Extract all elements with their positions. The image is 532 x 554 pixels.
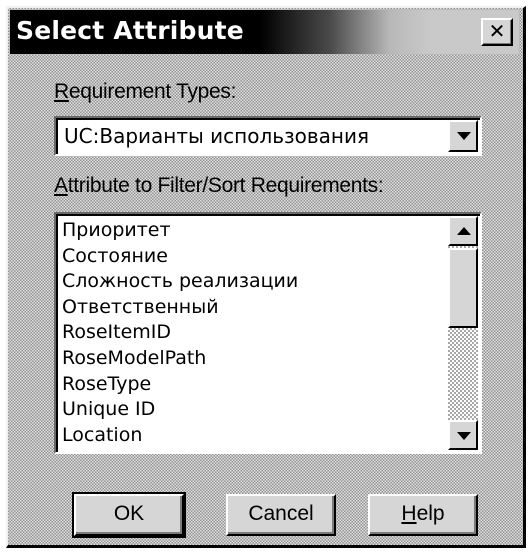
close-button[interactable]: ✕ <box>481 18 513 46</box>
help-button[interactable]: Help <box>368 494 478 536</box>
list-item[interactable]: RoseType <box>62 372 446 398</box>
requirement-types-selected-value: UC:Варианты использования <box>64 124 370 148</box>
requirement-types-mnemonic: R <box>54 80 69 103</box>
list-item[interactable]: Состояние <box>62 244 446 270</box>
dropdown-button[interactable] <box>448 120 478 152</box>
help-button-label: elp <box>416 502 445 525</box>
arrow-down-icon <box>457 432 471 440</box>
vertical-scrollbar[interactable] <box>448 216 478 450</box>
list-item[interactable]: Unique ID <box>62 397 446 423</box>
window-title: Select Attribute <box>16 16 244 45</box>
list-item[interactable]: RoseModelPath <box>62 346 446 372</box>
requirement-types-dropdown[interactable]: UC:Варианты использования <box>54 116 482 156</box>
cancel-button[interactable]: Cancel <box>226 494 336 536</box>
requirement-types-label-text: equirement Types: <box>68 80 237 103</box>
ok-button[interactable]: OK <box>72 492 186 538</box>
scrollbar-thumb[interactable] <box>448 248 478 328</box>
list-item[interactable]: RoseItemID <box>62 320 446 346</box>
close-icon: ✕ <box>488 19 506 43</box>
attribute-list-items: Приоритет Состояние Сложность реализации… <box>62 218 446 448</box>
list-item[interactable]: Сложность реализации <box>62 269 446 295</box>
list-item[interactable]: Location <box>62 423 446 449</box>
select-attribute-dialog: Select Attribute ✕ Requirement Types: UC… <box>6 6 526 548</box>
attribute-listbox[interactable]: Приоритет Состояние Сложность реализации… <box>54 212 482 454</box>
chevron-down-icon <box>457 132 471 140</box>
scroll-up-button[interactable] <box>448 216 478 246</box>
arrow-up-icon <box>457 227 471 235</box>
list-item[interactable]: Ответственный <box>62 295 446 321</box>
scroll-down-button[interactable] <box>448 420 478 450</box>
attribute-list-mnemonic: A <box>54 174 68 197</box>
help-mnemonic: H <box>401 502 417 525</box>
attribute-list-label-text: ttribute to Filter/Sort Requirements: <box>67 174 384 197</box>
list-item[interactable]: Приоритет <box>62 218 446 244</box>
attribute-list-label: Attribute to Filter/Sort Requirements: <box>54 174 384 198</box>
requirement-types-label: Requirement Types: <box>54 80 236 104</box>
title-bar[interactable]: Select Attribute ✕ <box>10 10 519 54</box>
